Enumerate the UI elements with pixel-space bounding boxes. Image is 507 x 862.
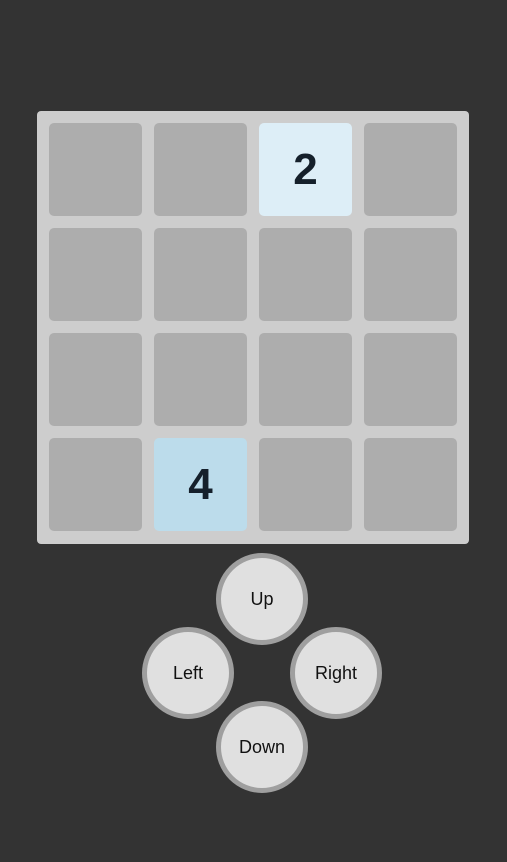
empty-cell [259,228,352,321]
tile-2: 2 [259,123,352,216]
tile-4: 4 [154,438,247,531]
empty-cell [364,333,457,426]
empty-cell [49,438,142,531]
empty-cell [154,333,247,426]
empty-cell [49,333,142,426]
down-button[interactable]: Down [216,701,308,793]
empty-cell [259,333,352,426]
right-button[interactable]: Right [290,627,382,719]
empty-cell [154,123,247,216]
empty-cell [364,123,457,216]
empty-cell [364,228,457,321]
empty-cell [364,438,457,531]
empty-cell [259,438,352,531]
empty-cell [154,228,247,321]
empty-cell [49,228,142,321]
game-board: 24 [37,111,469,544]
left-button[interactable]: Left [142,627,234,719]
empty-cell [49,123,142,216]
up-button[interactable]: Up [216,553,308,645]
